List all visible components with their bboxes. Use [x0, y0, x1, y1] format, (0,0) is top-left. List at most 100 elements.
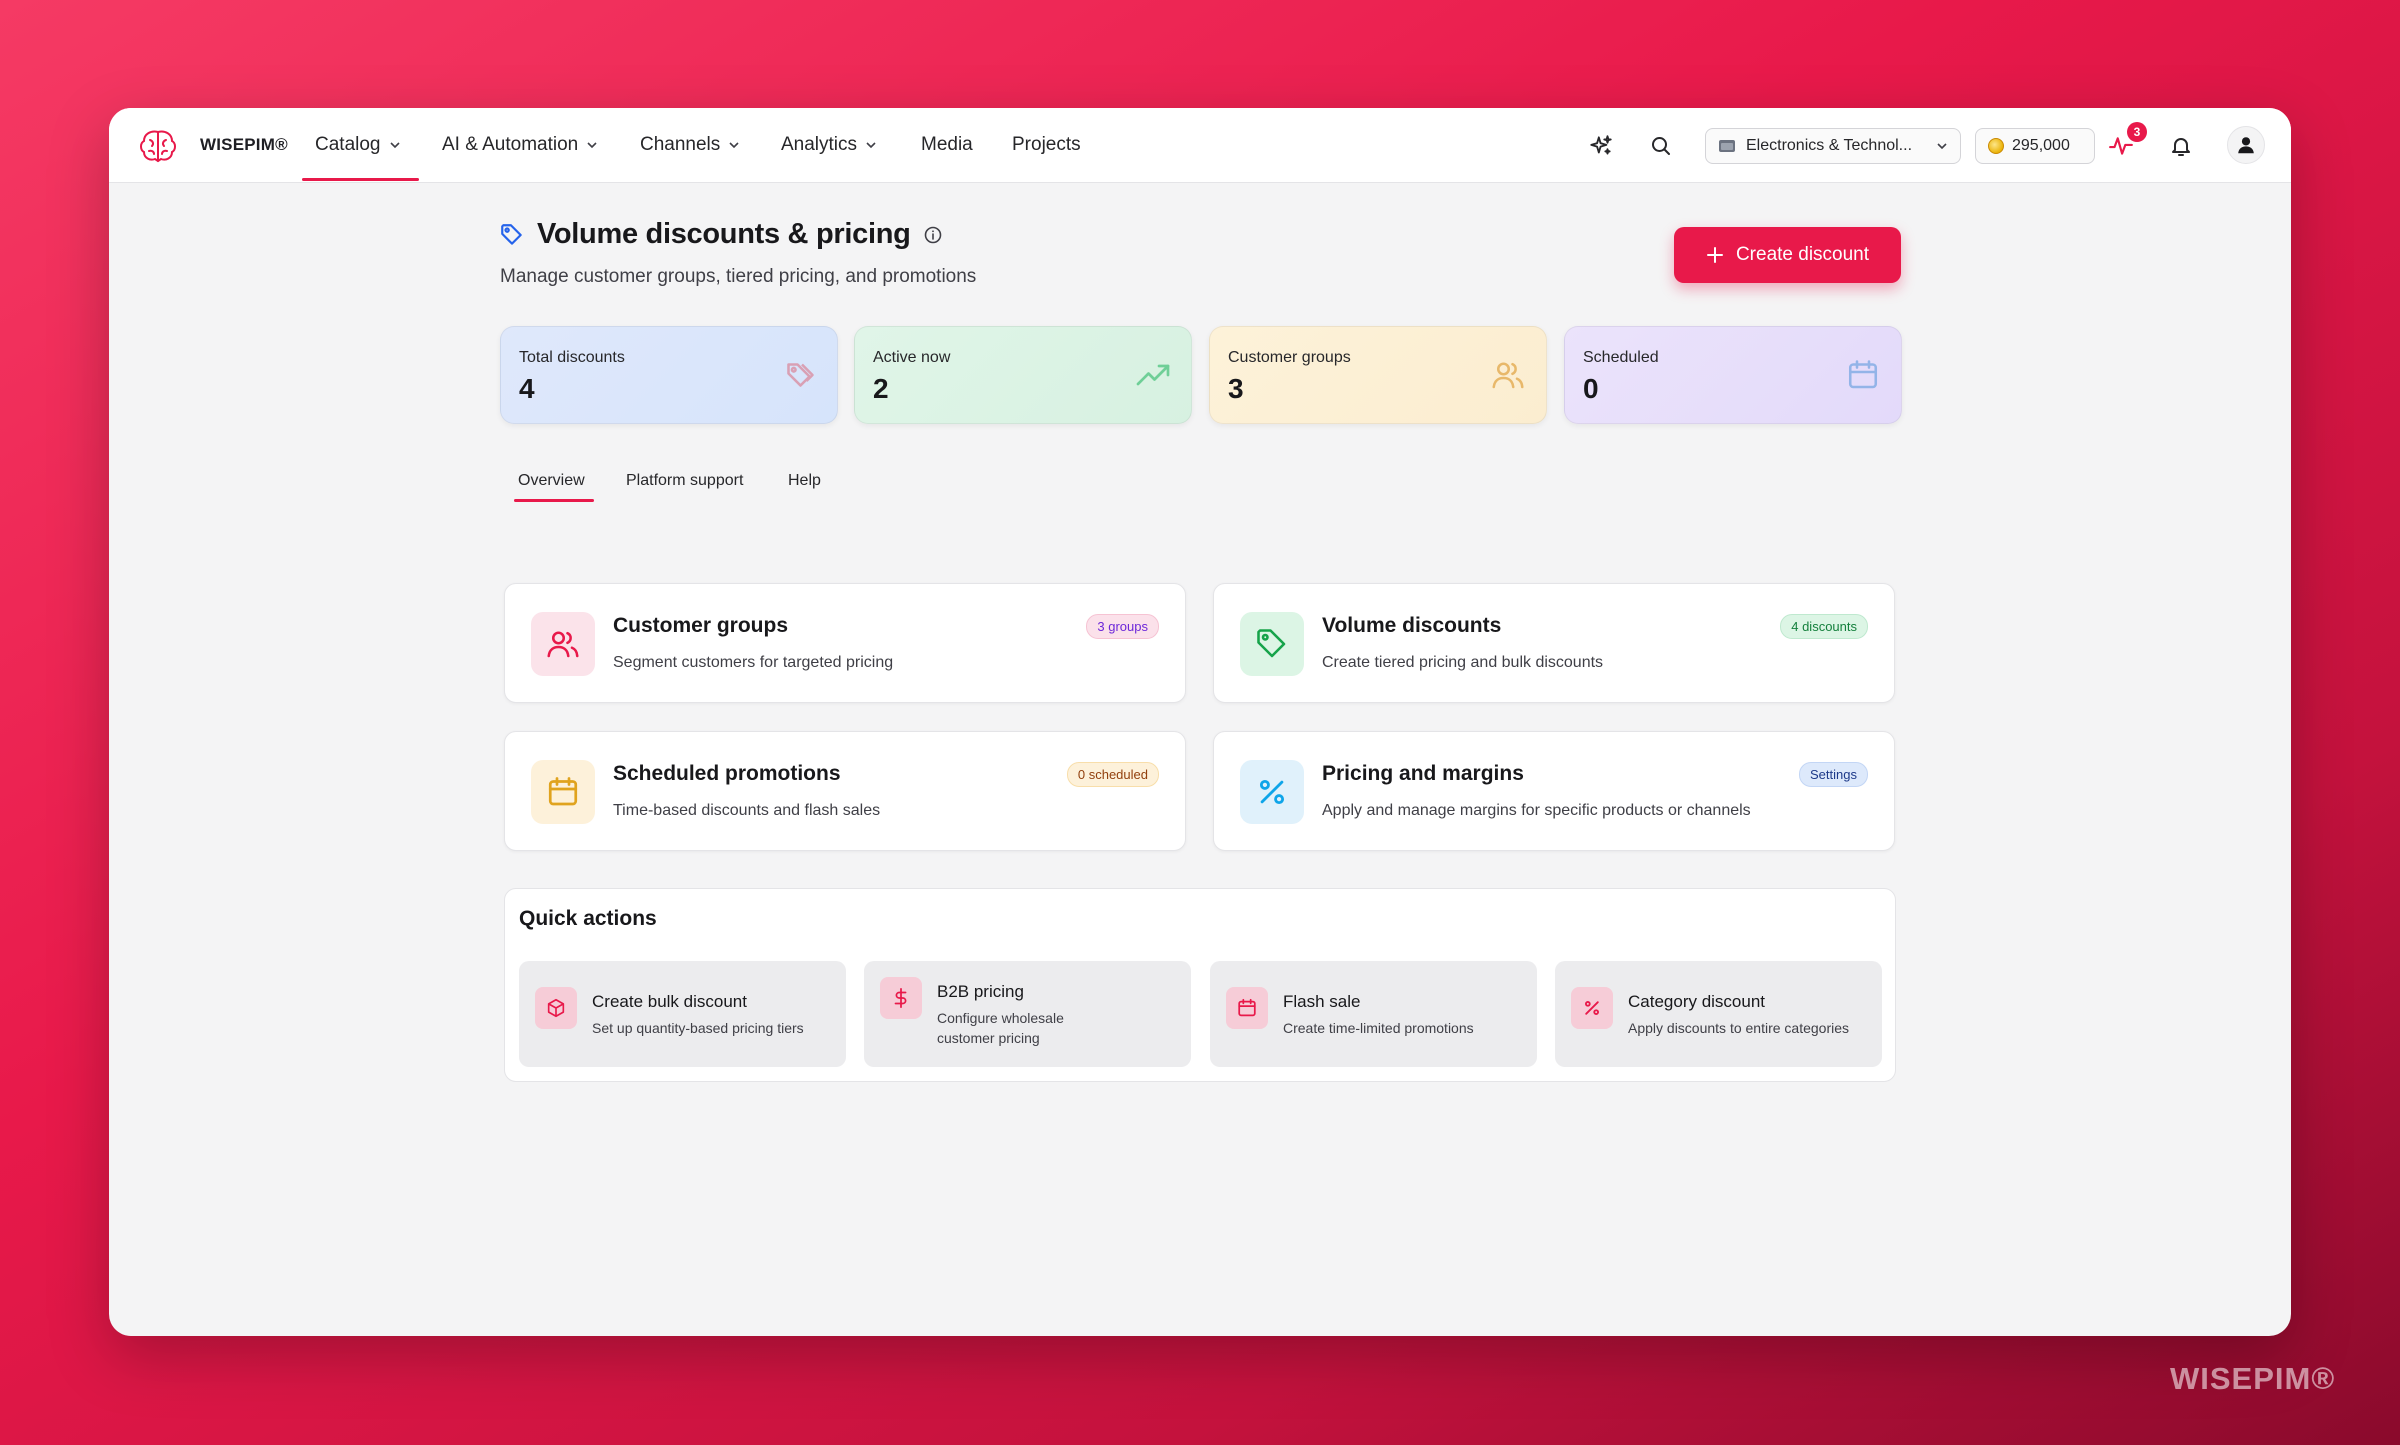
- nav-analytics[interactable]: Analytics: [781, 134, 877, 156]
- percent-icon: [1584, 1000, 1599, 1015]
- search-button[interactable]: [1645, 130, 1677, 162]
- chevron-down-icon: [1937, 143, 1947, 150]
- feature-card-scheduled-promotions[interactable]: Scheduled promotions Time-based discount…: [504, 731, 1186, 851]
- brand-watermark: WISEPIM®: [2170, 1361, 2336, 1396]
- nav-ai-automation-label: AI & Automation: [442, 134, 579, 155]
- quick-action-title: Category discount: [1628, 992, 1766, 1011]
- organization-select[interactable]: Electronics & Technol...: [1705, 128, 1961, 164]
- quick-action-bulk-discount[interactable]: Create bulk discount Set up quantity-bas…: [519, 961, 846, 1067]
- stat-total-discounts: Total discounts 4: [500, 326, 838, 424]
- feature-title: Pricing and margins: [1322, 762, 1524, 785]
- nav-ai-automation[interactable]: AI & Automation: [442, 134, 598, 156]
- quick-action-icon: [880, 977, 922, 1019]
- organization-select-value: Electronics & Technol...: [1746, 137, 1913, 154]
- quick-action-description: Configure wholesale customer pricing: [937, 1010, 1064, 1046]
- create-discount-button[interactable]: Create discount: [1674, 227, 1901, 283]
- notifications-button[interactable]: [2165, 130, 2197, 162]
- nav-channels[interactable]: Channels: [640, 134, 740, 156]
- quick-action-description: Set up quantity-based pricing tiers: [592, 1020, 804, 1036]
- brand-name: WISEPIM®: [200, 135, 288, 154]
- feature-icon: [531, 612, 595, 676]
- nav-analytics-label: Analytics: [781, 134, 858, 155]
- feature-title: Volume discounts: [1322, 614, 1502, 637]
- app-window: WISEPIM® Catalog AI & Automation Channel…: [109, 108, 2291, 1336]
- quick-actions-title: Quick actions: [519, 907, 657, 930]
- feature-icon: [1240, 760, 1304, 824]
- nav-projects-label: Projects: [1012, 134, 1081, 155]
- feature-title: Customer groups: [613, 614, 789, 637]
- credits-value: 295,000: [2012, 137, 2070, 154]
- quick-action-icon: [1226, 987, 1268, 1029]
- feature-icon: [531, 760, 595, 824]
- tag-icon: [1257, 629, 1286, 658]
- user-avatar[interactable]: [2227, 126, 2265, 164]
- users-icon: [547, 631, 579, 658]
- activity-count-badge: 3: [2127, 122, 2147, 142]
- bell-icon: [2172, 138, 2190, 156]
- trending-up-icon: [1136, 364, 1170, 386]
- tag-icon: [787, 363, 814, 387]
- folder-icon: [1719, 140, 1735, 152]
- tab-overview[interactable]: Overview: [518, 472, 585, 490]
- package-icon: [547, 998, 565, 1018]
- top-navigation: WISEPIM® Catalog AI & Automation Channel…: [109, 108, 2291, 183]
- dollar-icon: [894, 987, 907, 1009]
- nav-active-indicator: [302, 178, 419, 181]
- tab-platform-support[interactable]: Platform support: [626, 472, 743, 490]
- nav-channels-label: Channels: [640, 134, 721, 155]
- search-icon: [1652, 137, 1670, 155]
- page-header: Volume discounts & pricing: [499, 218, 943, 251]
- feature-title: Scheduled promotions: [613, 762, 841, 785]
- feature-card-volume-discounts[interactable]: Volume discounts Create tiered pricing a…: [1213, 583, 1895, 703]
- stat-value: 3: [1228, 373, 1244, 404]
- chevron-down-icon: [866, 142, 876, 149]
- feature-count-badge: 4 discounts: [1780, 614, 1868, 639]
- chevron-down-icon: [729, 142, 739, 149]
- feature-card-customer-groups[interactable]: Customer groups Segment customers for ta…: [504, 583, 1186, 703]
- users-icon: [1492, 362, 1524, 389]
- stat-value: 0: [1583, 373, 1599, 404]
- stat-active-now: Active now 2: [854, 326, 1192, 424]
- stat-value: 4: [519, 373, 535, 404]
- stat-customer-groups: Customer groups 3: [1209, 326, 1547, 424]
- tag-icon: [501, 223, 522, 245]
- quick-action-title: B2B pricing: [937, 982, 1024, 1001]
- calendar-icon: [548, 777, 578, 806]
- quick-action-category-discount[interactable]: Category discount Apply discounts to ent…: [1555, 961, 1882, 1067]
- feature-icon: [1240, 612, 1304, 676]
- stat-label: Scheduled: [1583, 349, 1659, 366]
- coin-icon: [1988, 138, 2004, 154]
- chevron-down-icon: [389, 142, 400, 149]
- percent-icon: [1259, 779, 1285, 805]
- stat-label: Active now: [873, 349, 951, 366]
- nav-media[interactable]: Media: [921, 134, 973, 156]
- feature-count-badge: 3 groups: [1086, 614, 1159, 639]
- page-title: Volume discounts & pricing: [537, 218, 911, 250]
- credits-balance[interactable]: 295,000: [1975, 128, 2095, 164]
- quick-action-flash-sale[interactable]: Flash sale Create time-limited promotion…: [1210, 961, 1537, 1067]
- tab-help[interactable]: Help: [788, 472, 821, 490]
- feature-description: Create tiered pricing and bulk discounts: [1322, 654, 1604, 671]
- settings-badge[interactable]: Settings: [1799, 762, 1868, 787]
- page-subtitle: Manage customer groups, tiered pricing, …: [500, 266, 977, 287]
- feature-card-pricing-margins[interactable]: Pricing and margins Apply and manage mar…: [1213, 731, 1895, 851]
- nav-catalog-label: Catalog: [315, 134, 381, 155]
- info-icon[interactable]: [923, 225, 943, 245]
- stat-label: Total discounts: [519, 349, 625, 366]
- feature-count-badge: 0 scheduled: [1066, 762, 1159, 787]
- create-discount-label: Create discount: [1735, 244, 1870, 265]
- quick-action-b2b-pricing[interactable]: B2B pricing Configure wholesale customer…: [864, 961, 1191, 1067]
- nav-media-label: Media: [921, 134, 973, 155]
- tab-active-indicator: [514, 499, 594, 502]
- quick-action-description: Apply discounts to entire categories: [1628, 1020, 1850, 1036]
- chevron-down-icon: [587, 142, 597, 149]
- stat-scheduled: Scheduled 0: [1564, 326, 1902, 424]
- feature-description: Apply and manage margins for specific pr…: [1322, 802, 1751, 819]
- nav-catalog[interactable]: Catalog: [315, 134, 401, 156]
- brain-logo-icon[interactable]: [137, 126, 179, 166]
- quick-action-title: Create bulk discount: [592, 992, 747, 1011]
- quick-action-description: Create time-limited promotions: [1283, 1020, 1474, 1036]
- calendar-icon: [1848, 360, 1878, 389]
- nav-projects[interactable]: Projects: [1012, 134, 1081, 156]
- ai-sparkle-button[interactable]: [1585, 130, 1617, 162]
